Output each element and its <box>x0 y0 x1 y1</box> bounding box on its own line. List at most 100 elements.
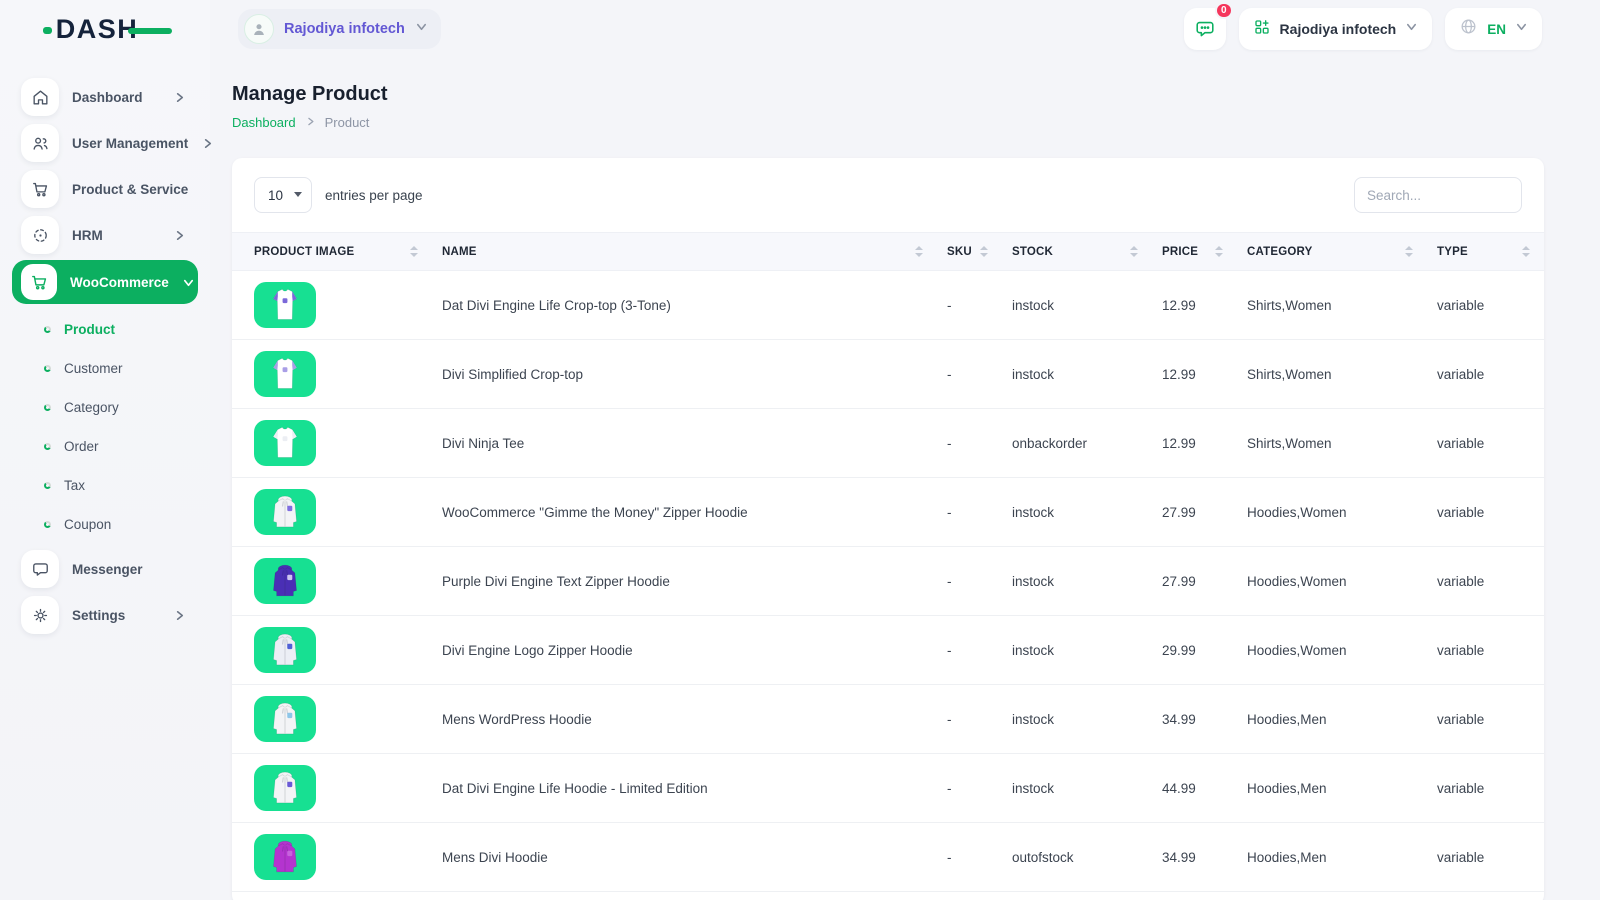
sort-icon[interactable] <box>1130 246 1138 257</box>
product-type: variable <box>1427 271 1544 340</box>
sort-icon[interactable] <box>1215 246 1223 257</box>
table-body: Dat Divi Engine Life Crop-top (3-Tone) -… <box>232 271 1544 892</box>
table-row[interactable]: Mens Divi Hoodie - outofstock 34.99 Hood… <box>232 823 1544 892</box>
entries-select-wrap: 10 <box>254 177 312 213</box>
column-header-sku[interactable]: SKU <box>937 233 1002 271</box>
table-row[interactable]: Dat Divi Engine Life Crop-top (3-Tone) -… <box>232 271 1544 340</box>
product-stock: instock <box>1002 616 1152 685</box>
product-stock: instock <box>1002 685 1152 754</box>
product-sku: - <box>937 340 1002 409</box>
sidebar-item-label: Product & Service <box>72 182 188 197</box>
chevron-right-icon <box>201 137 214 150</box>
sidebar-item-label: Dashboard <box>72 90 160 105</box>
product-sku: - <box>937 547 1002 616</box>
hoodie-icon <box>264 839 306 875</box>
woocommerce-submenu: Product Customer Category Order Tax Coup… <box>12 306 198 546</box>
sort-icon[interactable] <box>915 246 923 257</box>
product-sku: - <box>937 271 1002 340</box>
column-header-type[interactable]: TYPE <box>1427 233 1544 271</box>
sort-icon[interactable] <box>410 246 418 257</box>
breadcrumb-home-link[interactable]: Dashboard <box>232 115 296 130</box>
company-name: Rajodiya infotech <box>1280 21 1397 37</box>
column-header-category[interactable]: CATEGORY <box>1237 233 1427 271</box>
product-category: Hoodies,Men <box>1237 754 1427 823</box>
submenu-item-order[interactable]: Order <box>12 427 198 466</box>
workspace-selector[interactable]: Rajodiya infotech <box>238 9 441 49</box>
bullet-icon <box>44 521 51 528</box>
search-input[interactable] <box>1354 177 1522 213</box>
sidebar-item-label: HRM <box>72 228 160 243</box>
submenu-item-product[interactable]: Product <box>12 310 198 349</box>
table-row[interactable]: Divi Simplified Crop-top - instock 12.99… <box>232 340 1544 409</box>
column-header-product-image[interactable]: PRODUCT IMAGE <box>232 233 432 271</box>
column-header-name[interactable]: NAME <box>432 233 937 271</box>
submenu-item-customer[interactable]: Customer <box>12 349 198 388</box>
product-image <box>254 558 316 604</box>
product-stock: outofstock <box>1002 823 1152 892</box>
sidebar-item-settings[interactable]: Settings <box>12 592 198 638</box>
product-name: Dat Divi Engine Life Crop-top (3-Tone) <box>432 271 937 340</box>
table-row[interactable]: Mens WordPress Hoodie - instock 34.99 Ho… <box>232 685 1544 754</box>
column-header-price[interactable]: PRICE <box>1152 233 1237 271</box>
submenu-item-category[interactable]: Category <box>12 388 198 427</box>
table-row[interactable]: Purple Divi Engine Text Zipper Hoodie - … <box>232 547 1544 616</box>
home-icon <box>21 78 59 116</box>
sidebar-item-messenger[interactable]: Messenger <box>12 546 198 592</box>
entries-select[interactable]: 10 <box>254 177 312 213</box>
product-stock: onbackorder <box>1002 409 1152 478</box>
messages-badge: 0 <box>1215 2 1233 19</box>
sort-icon[interactable] <box>1522 246 1530 257</box>
gear-icon <box>21 596 59 634</box>
sort-icon[interactable] <box>980 246 988 257</box>
language-code: EN <box>1487 22 1506 37</box>
product-table: PRODUCT IMAGE NAME SKU STOCK PRICE CATEG… <box>232 232 1544 892</box>
product-price: 44.99 <box>1152 754 1237 823</box>
sidebar-item-dashboard[interactable]: Dashboard <box>12 74 198 120</box>
hoodie-icon <box>264 770 306 806</box>
product-image-cell <box>232 340 432 409</box>
hrm-icon <box>21 216 59 254</box>
submenu-label: Customer <box>64 361 123 376</box>
submenu-item-coupon[interactable]: Coupon <box>12 505 198 544</box>
product-name: WooCommerce "Gimme the Money" Zipper Hoo… <box>432 478 937 547</box>
sidebar-item-woocommerce[interactable]: WooCommerce <box>12 260 198 304</box>
logo-dash-icon <box>128 28 172 34</box>
sidebar-item-hrm[interactable]: HRM <box>12 212 198 258</box>
workspace-name: Rajodiya infotech <box>284 21 405 37</box>
language-selector[interactable]: EN <box>1445 8 1542 50</box>
product-price: 34.99 <box>1152 823 1237 892</box>
messages-button[interactable]: 0 <box>1184 8 1226 50</box>
sort-icon[interactable] <box>1405 246 1413 257</box>
product-type: variable <box>1427 754 1544 823</box>
sidebar-item-product-service[interactable]: Product & Service <box>12 166 198 212</box>
grid-plus-icon <box>1253 18 1271 41</box>
cart-icon <box>21 170 59 208</box>
table-controls: 10 entries per page <box>232 158 1544 232</box>
product-name: Purple Divi Engine Text Zipper Hoodie <box>432 547 937 616</box>
sidebar-item-user-management[interactable]: User Management <box>12 120 198 166</box>
product-image-cell <box>232 823 432 892</box>
table-row[interactable]: WooCommerce "Gimme the Money" Zipper Hoo… <box>232 478 1544 547</box>
company-selector[interactable]: Rajodiya infotech <box>1239 8 1433 50</box>
product-image-cell <box>232 685 432 754</box>
logo-wordmark: DASH <box>56 14 155 45</box>
product-image <box>254 351 316 397</box>
entries-per-page-label: entries per page <box>325 188 423 203</box>
column-header-stock[interactable]: STOCK <box>1002 233 1152 271</box>
table-row[interactable]: Dat Divi Engine Life Hoodie - Limited Ed… <box>232 754 1544 823</box>
submenu-item-tax[interactable]: Tax <box>12 466 198 505</box>
table-row[interactable]: Divi Ninja Tee - onbackorder 12.99 Shirt… <box>232 409 1544 478</box>
page-title: Manage Product <box>232 83 1544 106</box>
product-stock: instock <box>1002 754 1152 823</box>
bullet-icon <box>44 365 51 372</box>
product-type: variable <box>1427 685 1544 754</box>
app-logo[interactable]: DASH <box>0 0 210 58</box>
table-row[interactable]: Divi Engine Logo Zipper Hoodie - instock… <box>232 616 1544 685</box>
product-price: 27.99 <box>1152 547 1237 616</box>
chat-icon <box>21 550 59 588</box>
product-type: variable <box>1427 478 1544 547</box>
tshirt-icon <box>264 287 306 323</box>
hoodie-icon <box>264 632 306 668</box>
product-category: Hoodies,Women <box>1237 547 1427 616</box>
product-image-cell <box>232 478 432 547</box>
